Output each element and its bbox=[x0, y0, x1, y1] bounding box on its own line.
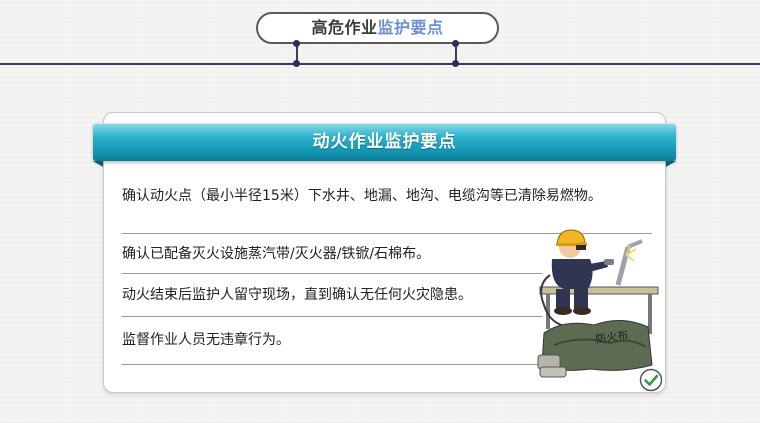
connector-dot bbox=[452, 60, 459, 67]
header-divider-line bbox=[0, 63, 760, 65]
welder-illustration: 防火布 bbox=[537, 229, 659, 378]
list-item: 确认已配备灭火设施蒸汽带/灭火器/铁锨/石棉布。 bbox=[122, 234, 542, 274]
connector-dot bbox=[293, 60, 300, 67]
list-item: 监督作业人员无违章行为。 bbox=[122, 317, 542, 365]
page-title-plain: 高危作业 bbox=[311, 18, 378, 37]
page-title: 高危作业监护要点 bbox=[256, 12, 499, 44]
page-title-accent: 监护要点 bbox=[377, 18, 444, 37]
banner-fold-left bbox=[93, 161, 103, 167]
banner-fold-right bbox=[666, 161, 676, 167]
check-icon bbox=[639, 368, 663, 392]
list-item: 动火结束后监护人留守现场，直到确认无任何火灾隐患。 bbox=[122, 274, 542, 317]
card-banner-title: 动火作业监护要点 bbox=[93, 123, 676, 161]
monitoring-points-list: 确认动火点（最小半径15米）下水井、地漏、地沟、电缆沟等已清除易燃物。 确认已配… bbox=[122, 177, 652, 365]
connector-dot bbox=[293, 40, 300, 47]
connector-dot bbox=[452, 40, 459, 47]
